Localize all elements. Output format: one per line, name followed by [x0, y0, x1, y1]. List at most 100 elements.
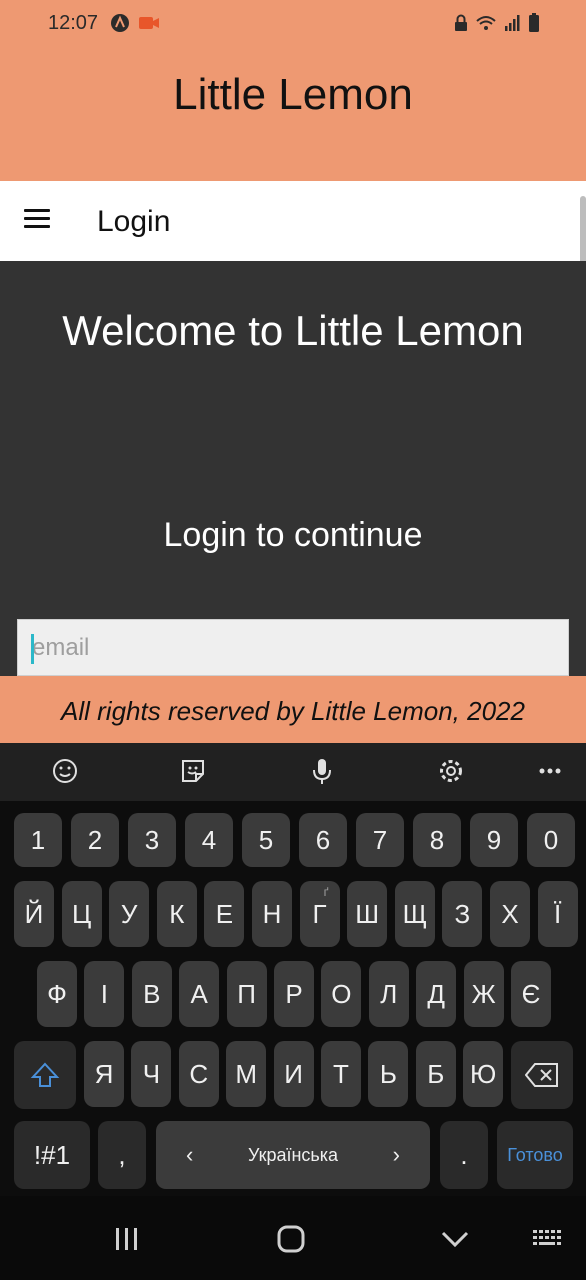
- hamburger-menu-icon[interactable]: [24, 209, 50, 231]
- key-label: З: [454, 898, 471, 929]
- key[interactable]: Ь: [368, 1041, 409, 1107]
- key[interactable]: В: [131, 961, 172, 1027]
- key-label: Ь: [379, 1058, 397, 1089]
- emoji-icon[interactable]: [50, 757, 80, 787]
- key-label: 8: [429, 824, 445, 855]
- key[interactable]: Ю: [463, 1041, 504, 1107]
- key-label: Щ: [402, 898, 427, 929]
- key[interactable]: Е: [204, 881, 245, 947]
- key[interactable]: 0: [527, 813, 575, 867]
- key[interactable]: Я: [84, 1041, 124, 1107]
- key-label: Ч: [142, 1058, 161, 1089]
- key[interactable]: Ш: [347, 881, 388, 947]
- shift-key[interactable]: [14, 1041, 76, 1109]
- app-title: Little Lemon: [173, 70, 413, 119]
- key[interactable]: Й: [14, 881, 54, 947]
- recent-apps-icon[interactable]: [110, 1224, 144, 1254]
- key-label: 7: [372, 824, 388, 855]
- key[interactable]: Т: [321, 1041, 361, 1107]
- key-label: Г: [312, 898, 327, 929]
- key-label: 3: [144, 824, 160, 855]
- key[interactable]: Ф: [37, 961, 77, 1027]
- key[interactable]: С: [178, 1041, 219, 1107]
- settings-icon[interactable]: [436, 757, 466, 787]
- key[interactable]: Ж: [463, 961, 504, 1027]
- sticker-icon[interactable]: [178, 757, 208, 787]
- key[interactable]: У: [109, 881, 150, 947]
- mic-icon[interactable]: [307, 757, 337, 787]
- next-language-icon: ›: [392, 1142, 400, 1167]
- app-header: Little Lemon: [0, 48, 586, 181]
- key-alt-label: ґ: [323, 885, 329, 899]
- backspace-key[interactable]: [511, 1041, 573, 1109]
- key[interactable]: 2: [71, 813, 119, 867]
- battery-icon: [529, 13, 539, 32]
- key-label: Й: [24, 898, 44, 929]
- key[interactable]: 5: [242, 813, 290, 867]
- email-input[interactable]: [17, 619, 569, 676]
- welcome-heading: Welcome to Little Lemon: [62, 307, 524, 354]
- key-label: 9: [486, 824, 502, 855]
- done-key[interactable]: Готово: [497, 1121, 573, 1189]
- key[interactable]: Ц: [61, 881, 102, 947]
- status-time: 12:07: [48, 12, 99, 34]
- key-label: Х: [501, 898, 519, 929]
- key[interactable]: Х: [490, 881, 530, 947]
- key[interactable]: З: [442, 881, 483, 947]
- period-key[interactable]: .: [440, 1121, 488, 1189]
- key[interactable]: Гґ: [299, 881, 340, 947]
- key-label: Ш: [355, 898, 380, 929]
- key[interactable]: Д: [416, 961, 457, 1027]
- key[interactable]: 8: [413, 813, 461, 867]
- key[interactable]: 9: [470, 813, 518, 867]
- comma-key[interactable]: ,: [98, 1121, 146, 1189]
- key[interactable]: 4: [185, 813, 233, 867]
- key[interactable]: Р: [274, 961, 314, 1027]
- key[interactable]: 1: [14, 813, 62, 867]
- key[interactable]: Н: [252, 881, 292, 947]
- key[interactable]: О: [321, 961, 362, 1027]
- key[interactable]: К: [156, 881, 197, 947]
- key-label: 2: [87, 824, 103, 855]
- key[interactable]: І: [84, 961, 125, 1027]
- key[interactable]: Ч: [131, 1041, 172, 1107]
- key[interactable]: 7: [356, 813, 404, 867]
- key-label: М: [235, 1058, 258, 1089]
- key[interactable]: Б: [415, 1041, 456, 1107]
- signal-icon: [505, 15, 520, 31]
- key-label: О: [331, 978, 352, 1009]
- key[interactable]: М: [226, 1041, 267, 1107]
- key[interactable]: Ї: [537, 881, 578, 947]
- lock-icon: [455, 14, 467, 31]
- symbols-key[interactable]: !#1: [14, 1121, 90, 1189]
- key-label: Т: [333, 1058, 349, 1089]
- key-label: К: [169, 898, 185, 929]
- key-label: А: [190, 978, 208, 1009]
- key-label: У: [120, 898, 138, 929]
- key[interactable]: П: [226, 961, 267, 1027]
- key[interactable]: Є: [511, 961, 551, 1027]
- key[interactable]: 6: [299, 813, 347, 867]
- key[interactable]: Щ: [394, 881, 435, 947]
- key-label: С: [189, 1058, 209, 1089]
- more-icon[interactable]: [535, 757, 565, 787]
- key-label: Р: [285, 978, 303, 1009]
- key-label: Ж: [471, 978, 496, 1009]
- keyboard-switch-icon[interactable]: [530, 1224, 564, 1254]
- wifi-icon: [476, 16, 496, 30]
- footer-text: All rights reserved by Little Lemon, 202…: [61, 696, 525, 726]
- key-label: 4: [201, 824, 217, 855]
- key[interactable]: 3: [128, 813, 176, 867]
- key-label: И: [284, 1058, 303, 1089]
- key[interactable]: Л: [368, 961, 409, 1027]
- key-label: Ф: [47, 978, 67, 1009]
- key[interactable]: А: [179, 961, 220, 1027]
- status-bar: 12:07: [0, 0, 586, 48]
- key[interactable]: И: [273, 1041, 314, 1107]
- space-key[interactable]: ‹ Українська ›: [156, 1121, 430, 1189]
- key-label: 1: [30, 824, 46, 855]
- back-icon[interactable]: [438, 1224, 472, 1254]
- home-icon[interactable]: [274, 1224, 308, 1254]
- text-cursor: [31, 634, 34, 664]
- screen-record-icon: [139, 17, 159, 29]
